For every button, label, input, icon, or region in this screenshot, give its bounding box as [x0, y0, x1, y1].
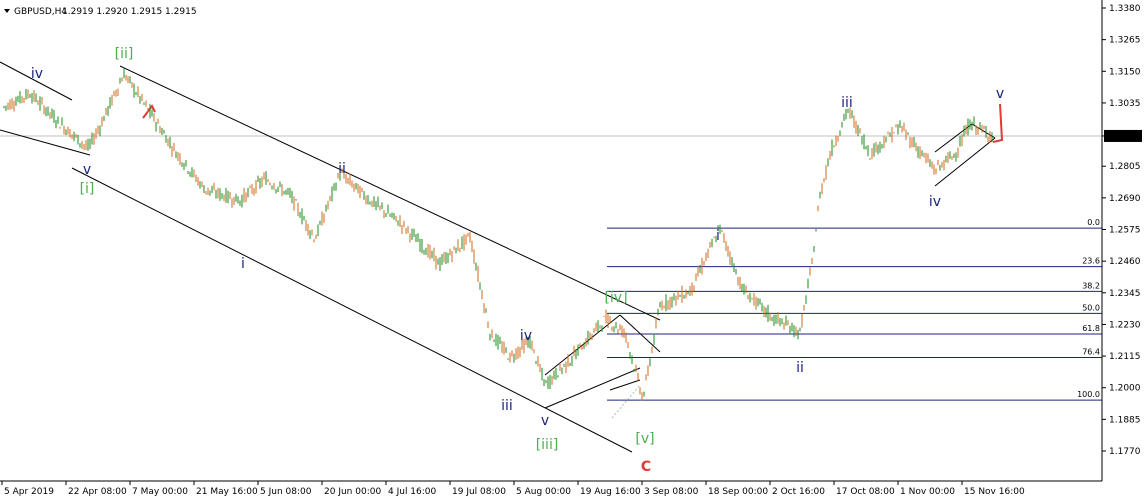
wave-label: i — [241, 256, 245, 272]
fib-level-label: 50.0 — [1082, 303, 1100, 312]
y-tick-label: 1.2115 — [1109, 352, 1141, 362]
trend-line[interactable] — [119, 65, 661, 321]
y-tick-label: 1.1885 — [1109, 415, 1141, 425]
trend-line[interactable] — [0, 129, 91, 156]
wave-label: iv — [520, 328, 532, 344]
wave-label: i — [716, 228, 720, 244]
y-tick-label: 1.2230 — [1109, 320, 1141, 330]
x-tick-label: 2 Oct 16:00 — [772, 487, 825, 497]
axes: 1.3380 1.3265 1.3150 1.3035 1.2915 1.2805 1.26… — [0, 0, 1142, 497]
fib-level-label: 76.4 — [1082, 347, 1100, 356]
y-tick-label: 1.2000 — [1109, 384, 1141, 394]
y-tick-label: 1.3380 — [1109, 4, 1141, 14]
fib-level-label: 61.8 — [1082, 324, 1100, 333]
wave-label: [ii] — [115, 46, 134, 62]
wave-label: C — [641, 459, 651, 475]
y-tick-label: 1.3035 — [1109, 99, 1141, 109]
symbol-label: GBPUSD,H4 — [14, 7, 67, 17]
wave-label: v — [83, 162, 91, 178]
x-tick-label: 19 Jul 08:00 — [452, 487, 506, 497]
trend-line[interactable] — [71, 167, 633, 453]
wave-label: v — [996, 86, 1004, 102]
wave-label: iv — [929, 194, 941, 210]
dotted-connector[interactable] — [611, 384, 641, 419]
wave-label: [iii] — [536, 437, 559, 453]
y-tick-label: 1.2460 — [1109, 257, 1141, 267]
y-tick-label: 1.2915 — [1109, 132, 1141, 142]
wave-label: [v] — [635, 431, 654, 447]
x-tick-label: 18 Sep 00:00 — [708, 487, 768, 497]
wave-label: iv — [31, 66, 43, 82]
x-tick-label: 21 May 16:00 — [196, 487, 258, 497]
wave-label: iii — [841, 95, 853, 111]
wave-label: ii — [338, 161, 346, 177]
wave-label: [i] — [80, 181, 95, 197]
x-tick-label: 5 Aug 00:00 — [516, 487, 571, 497]
x-tick-label: 4 Jul 16:00 — [388, 487, 437, 497]
fib-level-label: 38.2 — [1082, 281, 1100, 290]
trend-channels[interactable] — [0, 61, 1004, 453]
x-tick-label: 5 Jun 08:00 — [260, 487, 312, 497]
wave-label: [iv] — [604, 290, 627, 306]
fibonacci-retracement[interactable]: 0.0 23.6 38.2 50.0 61.8 76.4 100.0 — [607, 218, 1102, 401]
x-tick-label: 3 Sep 08:00 — [644, 487, 699, 497]
chart-header: GBPUSD,H4 1.2919 1.2920 1.2915 1.2915 — [4, 7, 197, 17]
wave-label: ii — [796, 360, 804, 376]
fib-level-label: 0.0 — [1087, 218, 1100, 227]
x-tick-label: 20 Jun 00:00 — [324, 487, 381, 497]
wave-label: v — [541, 413, 549, 429]
y-tick-label: 1.2345 — [1109, 289, 1141, 299]
y-tick-label: 1.2575 — [1109, 226, 1141, 236]
fib-level-label: 100.0 — [1077, 390, 1100, 399]
projection-mark[interactable] — [142, 104, 156, 119]
price-chart[interactable]: 0.023.638.250.061.876.4100.0 ivv[i][ii]i… — [0, 0, 1144, 501]
y-tick-label: 1.1770 — [1109, 447, 1141, 457]
y-tick-label: 1.3150 — [1109, 67, 1141, 77]
ohlc-values: 1.2919 1.2920 1.2915 1.2915 — [62, 7, 197, 17]
dropdown-arrow-icon[interactable] — [4, 9, 10, 13]
y-tick-label: 1.2805 — [1109, 162, 1141, 172]
trend-line[interactable] — [544, 314, 621, 376]
x-tick-label: 22 Apr 08:00 — [68, 487, 127, 497]
x-tick-label: 17 Oct 08:00 — [836, 487, 895, 497]
candles — [3, 67, 993, 401]
elliott-wave-labels[interactable]: ivv[i][ii]iiiiiiivv[iii][iv][v]Ciiiiiiiv… — [31, 46, 1004, 475]
trend-line[interactable] — [609, 379, 641, 391]
y-tick-label: 1.3265 — [1109, 36, 1141, 46]
wave-label: iii — [501, 398, 513, 414]
fib-level-label: 23.6 — [1082, 257, 1100, 266]
x-tick-label: 1 Nov 00:00 — [900, 487, 955, 497]
x-tick-label: 5 Apr 2019 — [4, 487, 54, 497]
x-tick-label: 7 May 00:00 — [132, 487, 188, 497]
x-tick-label: 19 Aug 16:00 — [580, 487, 641, 497]
y-tick-label: 1.2690 — [1109, 194, 1141, 204]
x-tick-label: 15 Nov 16:00 — [964, 487, 1025, 497]
